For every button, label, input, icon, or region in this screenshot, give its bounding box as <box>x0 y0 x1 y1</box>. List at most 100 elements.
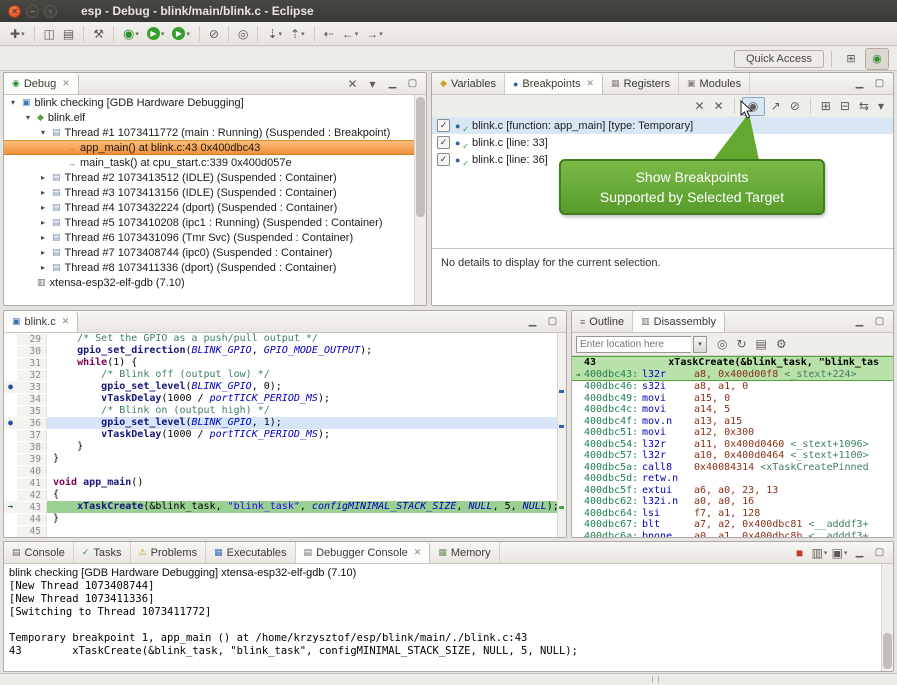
breakpoint-checkbox[interactable]: ✓ <box>437 136 450 149</box>
code-line[interactable]: 39} <box>4 453 566 465</box>
forward-button[interactable]: →▾ <box>363 23 386 45</box>
disassembly-listing[interactable]: 43 xTaskCreate(&blink_task, "blink_tas→4… <box>572 356 893 537</box>
close-icon[interactable]: ✕ <box>414 547 422 558</box>
debug-tree-item[interactable]: ▸▤Thread #6 1073431096 (Tmr Svc) (Suspen… <box>4 230 415 245</box>
remove-selected-breakpoint-button[interactable]: ✕ <box>692 95 708 117</box>
code-line[interactable]: 31 while(1) { <box>4 357 566 369</box>
link-with-debug-view-button[interactable]: ⇆ <box>856 95 872 117</box>
location-input[interactable] <box>576 336 691 353</box>
debug-tree-item[interactable]: ▸▤Thread #7 1073408744 (ipc0) (Suspended… <box>4 245 415 260</box>
console-body[interactable]: blink checking [GDB Hardware Debugging] … <box>4 564 893 671</box>
disassembly-line[interactable]: 400dbc5a:call80x40084314 <xTaskCreatePin… <box>572 462 893 474</box>
skip-all-breakpoints-button[interactable]: ⊘ <box>787 95 803 117</box>
refresh-view-button[interactable]: ↻ <box>733 333 749 355</box>
code-line[interactable]: 40 <box>4 465 566 477</box>
debug-tree-item[interactable]: ▾▤Thread #1 1073411772 (main : Running) … <box>4 125 415 140</box>
maximize-button[interactable]: ▢ <box>870 74 889 93</box>
expand-icon[interactable]: ▸ <box>38 248 48 257</box>
new-button[interactable]: ✚▾ <box>7 23 28 45</box>
tab-console[interactable]: ▤Console <box>4 542 74 563</box>
editor-body[interactable]: 29 /* Set the GPIO as a push/pull output… <box>4 333 566 537</box>
show-source-button[interactable]: ▤ <box>753 333 770 355</box>
code-line[interactable]: 44} <box>4 513 566 525</box>
disassembly-line[interactable]: 400dbc57:l32ra10, 0x400d0464 <_stext+110… <box>572 450 893 462</box>
debug-perspective-button[interactable]: ◉ <box>865 48 889 70</box>
disassembly-line[interactable]: 400dbc4f:mov.na13, a15 <box>572 416 893 428</box>
remove-all-terminated-button[interactable]: ✕ <box>343 74 362 93</box>
breakpoint-overview-mark[interactable] <box>559 425 564 428</box>
location-dropdown-icon[interactable]: ▾ <box>693 336 707 353</box>
breakpoint-checkbox[interactable]: ✓ <box>437 153 450 166</box>
collapse-icon[interactable]: ▾ <box>8 98 18 107</box>
minimize-button[interactable]: ▁ <box>850 74 869 93</box>
debug-tree-item[interactable]: ▾▣blink checking [GDB Hardware Debugging… <box>4 95 415 110</box>
debug-tree-item[interactable]: ▸▤Thread #8 1073411336 (dport) (Suspende… <box>4 260 415 275</box>
close-icon[interactable]: ✕ <box>62 78 70 89</box>
breakpoint-overview-mark[interactable] <box>559 390 564 393</box>
open-console-button[interactable]: ▣▾ <box>830 543 849 562</box>
expand-icon[interactable]: ▸ <box>38 218 48 227</box>
tab-registers[interactable]: ▦Registers <box>603 73 679 94</box>
save-button[interactable]: ◫ <box>41 23 58 45</box>
expand-icon[interactable]: ▸ <box>38 173 48 182</box>
expand-icon[interactable]: ▸ <box>38 233 48 242</box>
disassembly-line[interactable]: 400dbc67:blta7, a2, 0x400dbc81 <__adddf3… <box>572 519 893 531</box>
debug-tree-item[interactable]: ▾◆blink.elf <box>4 110 415 125</box>
expand-icon[interactable]: ▸ <box>38 203 48 212</box>
last-edit-location-button[interactable]: ⇠ <box>321 23 337 45</box>
overview-ruler[interactable] <box>557 333 566 537</box>
window-maximize-button[interactable]: ▫ <box>44 5 57 18</box>
console-scrollbar[interactable] <box>881 564 893 671</box>
breakpoint-marker-icon[interactable]: ● <box>4 417 17 429</box>
collapse-all-button[interactable]: ⊟ <box>837 95 853 117</box>
disassembly-line[interactable]: 400dbc49:movia15, 0 <box>572 393 893 405</box>
debug-button[interactable]: ◉▾ <box>120 23 142 45</box>
previous-annotation-button[interactable]: ⇡▾ <box>287 23 308 45</box>
scrollbar-thumb[interactable] <box>883 633 892 669</box>
collapse-icon[interactable]: ▾ <box>23 113 33 122</box>
minimize-button[interactable]: ▁ <box>383 74 402 93</box>
maximize-button[interactable]: ▢ <box>403 74 422 93</box>
quick-access-button[interactable]: Quick Access <box>734 50 824 68</box>
next-annotation-button[interactable]: ⇣▾ <box>264 23 285 45</box>
code-line[interactable]: →43 xTaskCreate(&blink_task, "blink_task… <box>4 501 566 513</box>
code-line[interactable]: 35 /* Blink on (output high) */ <box>4 405 566 417</box>
debug-view-menu-button[interactable]: ▾ <box>363 74 382 93</box>
expand-icon[interactable]: ▸ <box>38 188 48 197</box>
disassembly-line[interactable]: 400dbc64:lsif7, a1, 128 <box>572 508 893 520</box>
tab-breakpoints[interactable]: ●Breakpoints✕ <box>505 73 603 94</box>
external-tools-button[interactable]: ▶▾ <box>169 23 193 45</box>
expand-icon[interactable]: ▸ <box>38 263 48 272</box>
code-area[interactable]: 29 /* Set the GPIO as a push/pull output… <box>4 333 566 537</box>
tab-variables[interactable]: ◆Variables <box>432 73 505 94</box>
maximize-button[interactable]: ▢ <box>543 312 562 331</box>
disassembly-line[interactable]: 400dbc5f:extuia6, a0, 23, 13 <box>572 485 893 497</box>
run-button[interactable]: ▶▾ <box>144 23 168 45</box>
code-line[interactable]: ●33 gpio_set_level(BLINK_GPIO, 0); <box>4 381 566 393</box>
tab-executables[interactable]: ▦Executables <box>206 542 295 563</box>
disassembly-settings-button[interactable]: ⚙ <box>773 333 790 355</box>
tab-memory[interactable]: ▦Memory <box>430 542 499 563</box>
code-line[interactable]: 41void app_main() <box>4 477 566 489</box>
debug-tree-item[interactable]: ▥xtensa-esp32-elf-gdb (7.10) <box>4 275 415 290</box>
code-line[interactable]: 30 gpio_set_direction(BLINK_GPIO, GPIO_M… <box>4 345 566 357</box>
maximize-button[interactable]: ▢ <box>870 312 889 331</box>
debug-tree-item[interactable]: →app_main() at blink.c:43 0x400dbc43 <box>4 140 415 155</box>
minimize-button[interactable]: ▁ <box>523 312 542 331</box>
tab-debugger-console[interactable]: ▤Debugger Console✕ <box>296 542 431 563</box>
tab-blink-c[interactable]: ▣blink.c✕ <box>4 311 78 332</box>
code-line[interactable]: 45 <box>4 525 566 537</box>
debug-scrollbar[interactable] <box>414 95 426 305</box>
breakpoints-view-menu-button[interactable]: ▾ <box>875 95 887 117</box>
status-sash[interactable] <box>652 676 659 683</box>
tab-tasks[interactable]: ✓Tasks <box>74 542 131 563</box>
code-line[interactable]: ●36 gpio_set_level(BLINK_GPIO, 1); <box>4 417 566 429</box>
build-all-button[interactable]: ⚒ <box>90 23 107 45</box>
back-button[interactable]: ←▾ <box>339 23 362 45</box>
code-line[interactable]: 42{ <box>4 489 566 501</box>
close-icon[interactable]: ✕ <box>62 316 70 327</box>
disassembly-line[interactable]: 400dbc6a:bnonea0, a1, 0x400dbc8b <__addd… <box>572 531 893 538</box>
code-line[interactable]: 37 vTaskDelay(1000 / portTICK_PERIOD_MS)… <box>4 429 566 441</box>
breakpoint-marker-icon[interactable]: ● <box>4 381 17 393</box>
tab-problems[interactable]: ⚠Problems <box>131 542 207 563</box>
